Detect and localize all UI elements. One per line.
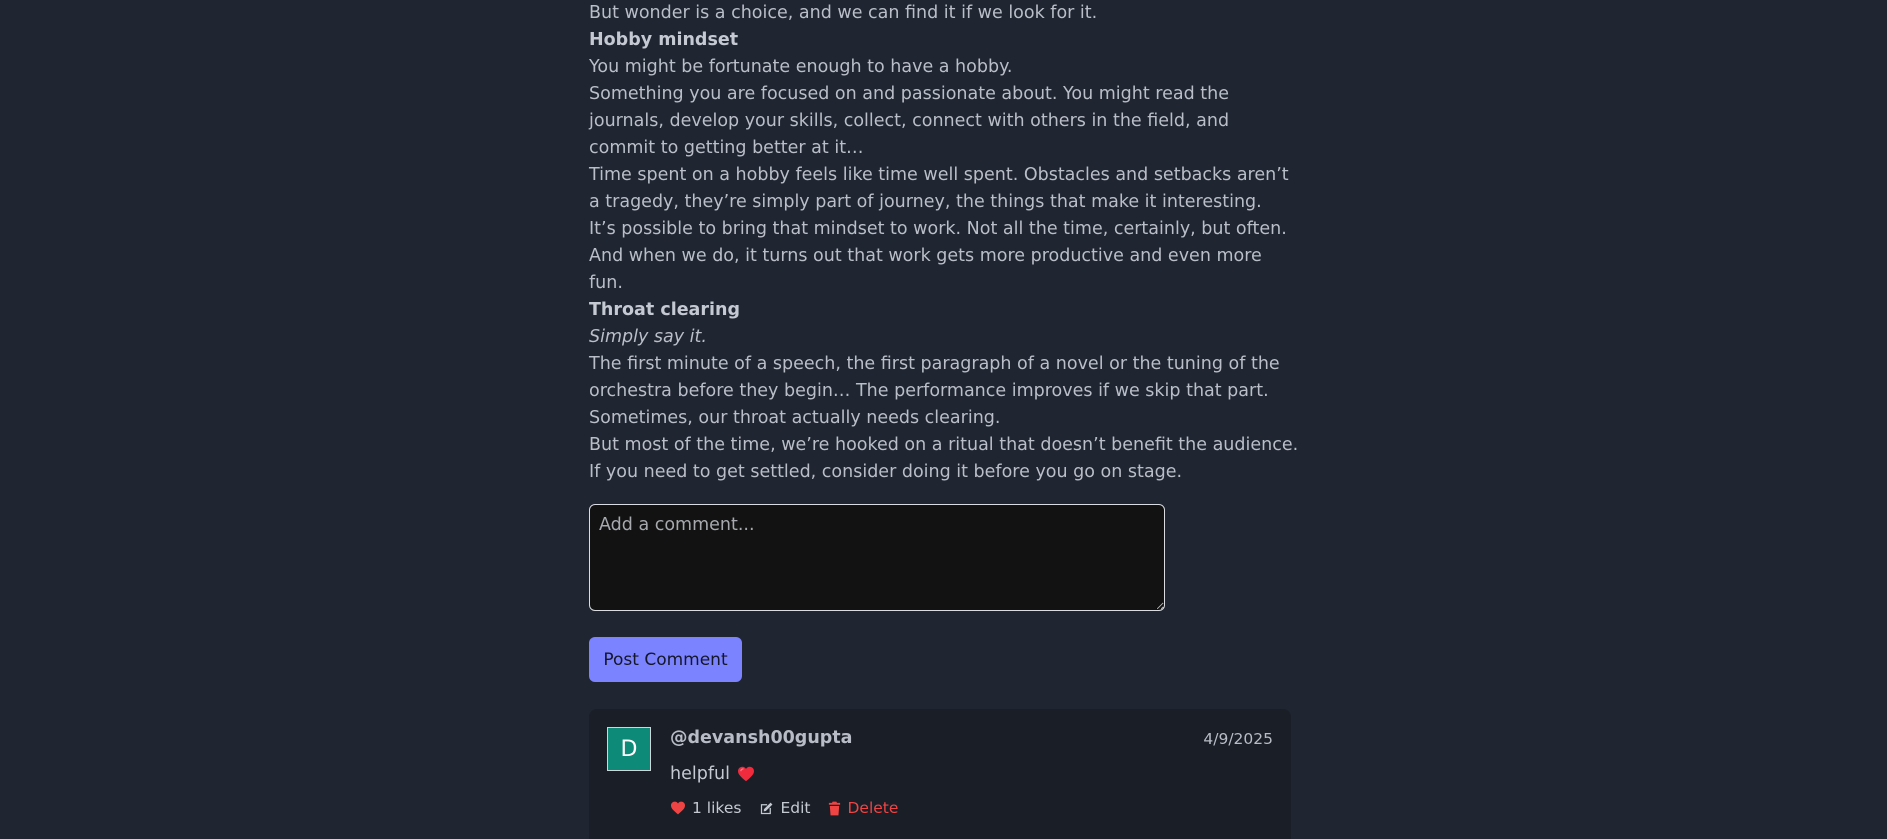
article-paragraph: Something you are focused on and passion… bbox=[589, 84, 1230, 158]
post-comment-button[interactable]: Post Comment bbox=[589, 637, 742, 682]
article-paragraph: But wonder is a choice, and we can find … bbox=[589, 3, 1098, 23]
page: But wonder is a choice, and we can find … bbox=[0, 0, 1887, 839]
comment-input[interactable] bbox=[589, 504, 1165, 611]
comment-card: D @devansh00gupta 4/9/2025 helpful 1 lik… bbox=[589, 709, 1291, 839]
heart-icon bbox=[670, 801, 686, 815]
avatar: D bbox=[607, 727, 651, 771]
red-heart-icon bbox=[737, 766, 755, 782]
like-button[interactable]: 1 likes bbox=[670, 799, 741, 817]
article-paragraph: If you need to get settled, consider doi… bbox=[589, 462, 1183, 482]
delete-button[interactable]: Delete bbox=[828, 799, 898, 817]
article-paragraph: Sometimes, our throat actually needs cle… bbox=[589, 408, 1001, 428]
avatar-letter: D bbox=[620, 736, 638, 762]
edit-label: Edit bbox=[780, 799, 811, 817]
section-heading: Hobby mindset bbox=[589, 30, 739, 50]
comment-actions: 1 likes Edit Delete bbox=[670, 799, 898, 817]
trash-icon bbox=[828, 801, 841, 816]
article-paragraph: Time spent on a hobby feels like time we… bbox=[589, 165, 1289, 212]
edit-button[interactable]: Edit bbox=[759, 799, 810, 817]
comment-username: @devansh00gupta bbox=[670, 728, 853, 748]
article-paragraph: It’s possible to bring that mindset to w… bbox=[589, 219, 1287, 293]
section-heading: Throat clearing bbox=[589, 300, 740, 320]
likes-count: 1 likes bbox=[692, 799, 742, 817]
article-paragraph: Simply say it. bbox=[589, 327, 707, 347]
comment-date: 4/9/2025 bbox=[1203, 730, 1273, 748]
article-paragraph: You might be fortunate enough to have a … bbox=[589, 57, 1013, 77]
delete-label: Delete bbox=[847, 799, 899, 817]
comment-text: helpful bbox=[670, 764, 730, 784]
article-paragraph: But most of the time, we’re hooked on a … bbox=[589, 435, 1299, 455]
article-paragraph: The first minute of a speech, the first … bbox=[589, 354, 1280, 401]
comment-text-row: helpful bbox=[670, 764, 755, 784]
article-body: But wonder is a choice, and we can find … bbox=[589, 0, 1299, 486]
edit-icon bbox=[759, 801, 774, 816]
